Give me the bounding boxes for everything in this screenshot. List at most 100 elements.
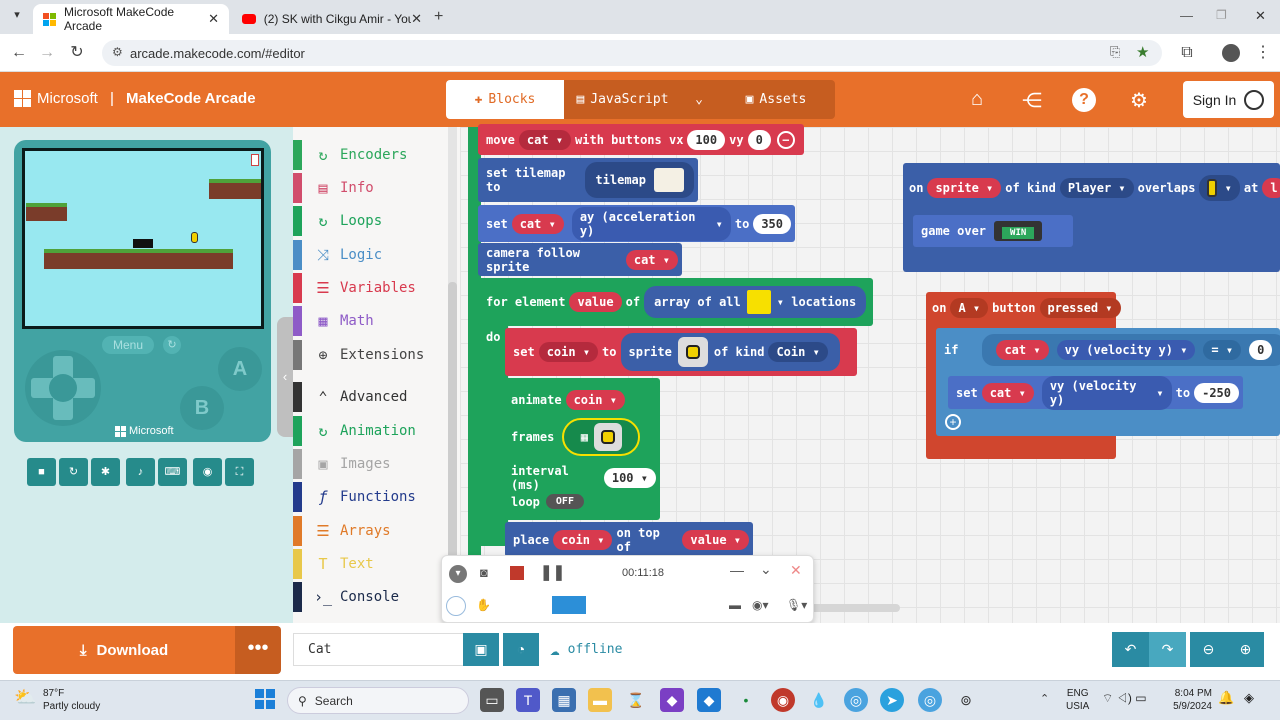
property-dropdown[interactable]: vy (velocity y) ▾: [1056, 340, 1196, 360]
zoom-out-button[interactable]: ⊖: [1190, 632, 1227, 667]
game-screen[interactable]: [22, 148, 264, 329]
clock[interactable]: 8:04 PM 5/9/2024: [1166, 687, 1212, 713]
toolbox-category-animation[interactable]: ↻ Animation: [293, 416, 453, 446]
mute-button[interactable]: ♪: [126, 458, 155, 486]
wifi-app-icon[interactable]: ⊚: [954, 688, 978, 712]
save-button[interactable]: ▣: [463, 633, 499, 666]
frames-field[interactable]: ▦: [562, 418, 641, 456]
toolbox-category-functions[interactable]: ƒ Functions: [293, 482, 453, 512]
compare-value[interactable]: 0: [1249, 340, 1273, 360]
file-explorer-icon[interactable]: ▬: [588, 688, 612, 712]
vy-input[interactable]: 0: [747, 129, 771, 150]
new-tab-button[interactable]: +: [434, 8, 443, 26]
language-dropdown[interactable]: ⌄: [681, 80, 717, 119]
variable-dropdown[interactable]: coin ▾: [565, 390, 625, 410]
install-app-icon[interactable]: ⎘: [1110, 44, 1120, 60]
loop-toggle[interactable]: OFF: [545, 494, 584, 509]
toolbox-category-logic[interactable]: ⤨ Logic: [293, 240, 453, 270]
sprite-dropdown[interactable]: cat ▾: [996, 340, 1049, 360]
taskbar-search[interactable]: ⚲ Search: [287, 687, 469, 714]
restart-button[interactable]: ↻: [59, 458, 88, 486]
variable-value[interactable]: value: [569, 292, 622, 312]
set-tilemap-block[interactable]: set tilemap to tilemap: [478, 158, 698, 202]
vx-input[interactable]: 100: [687, 129, 726, 150]
place-on-top-block[interactable]: place coin ▾ on top of value ▾: [505, 522, 753, 557]
set-coin-sprite-block[interactable]: set coin ▾ to sprite of kind Coin ▾: [505, 328, 857, 376]
undo-button[interactable]: ↶: [1112, 632, 1149, 667]
condition[interactable]: cat ▾ vy (velocity y) ▾ = ▾ 0: [982, 334, 1280, 366]
notification-bell-icon[interactable]: 🔔: [1218, 690, 1234, 706]
zoom-in-button[interactable]: ⊕: [1227, 632, 1264, 667]
vscode-icon[interactable]: ◆: [697, 688, 721, 712]
share-icon[interactable]: ⋲: [1019, 88, 1045, 112]
toolbox-category-images[interactable]: ▣ Images: [293, 449, 453, 479]
url-field[interactable]: ⚙ arcade.makecode.com/#editor ⎘ ★: [102, 40, 1162, 66]
sprite-of-kind[interactable]: sprite of kind Coin ▾: [620, 333, 840, 371]
value-input[interactable]: 350: [753, 213, 791, 234]
tab-makecode[interactable]: Microsoft MakeCode Arcade ✕: [33, 4, 229, 34]
animate-block[interactable]: animate coin ▾ frames ▦ interval (ms) 10…: [505, 378, 660, 520]
array-of-all-locations[interactable]: array of all ▾ locations: [644, 286, 867, 318]
help-icon[interactable]: ?: [1072, 88, 1096, 112]
bookmark-star-icon[interactable]: ★: [1136, 43, 1149, 61]
tab-youtube[interactable]: (2) SK with Cikgu Amir - YouTu ✕: [232, 4, 432, 34]
toolbox-category-arrays[interactable]: ☰ Arrays: [293, 516, 453, 546]
download-button[interactable]: ⤓ Download: [13, 626, 235, 674]
tab-javascript[interactable]: ▤ JavaScript: [564, 80, 681, 119]
debug-button[interactable]: ✱: [91, 458, 120, 486]
b-button[interactable]: B: [180, 386, 224, 430]
tab-list-icon[interactable]: ▾: [8, 6, 26, 24]
sprite-dropdown[interactable]: cat ▾: [518, 129, 572, 150]
window-close-button[interactable]: ✕: [1255, 8, 1266, 24]
teams-icon[interactable]: T: [516, 688, 540, 712]
app-icon[interactable]: •: [734, 688, 758, 712]
restart-icon[interactable]: ↻: [163, 336, 181, 354]
a-button[interactable]: A: [218, 347, 262, 391]
camera-icon[interactable]: ◙: [480, 565, 488, 580]
tilemap-field[interactable]: tilemap: [585, 162, 694, 198]
site-info-icon[interactable]: ⚙: [112, 45, 123, 59]
kind-dropdown[interactable]: Coin ▾: [768, 342, 828, 362]
tile-dropdown[interactable]: ▾: [1199, 175, 1240, 201]
start-button[interactable]: [255, 689, 275, 709]
property-dropdown[interactable]: vy (velocity y) ▾: [1041, 375, 1172, 410]
folder-icon[interactable]: ▬: [729, 598, 741, 612]
toolbox-category-info[interactable]: ▤ Info: [293, 173, 453, 203]
set-acceleration-block[interactable]: set cat ▾ ay (acceleration y) ▾ to 350: [478, 205, 795, 242]
set-velocity-block[interactable]: set cat ▾ vy (velocity y) ▾ to -250: [948, 375, 1243, 410]
cursor-tool-icon[interactable]: [446, 596, 466, 616]
camera-follow-block[interactable]: camera follow sprite cat ▾: [478, 243, 682, 276]
toolbox-category-loops[interactable]: ↻ Loops: [293, 206, 453, 236]
settings-gear-icon[interactable]: ⚙: [1126, 88, 1152, 112]
microphone-dropdown[interactable]: 🎙▾: [786, 598, 807, 612]
toolbox-category-math[interactable]: ▦ Math: [293, 306, 453, 336]
hand-icon[interactable]: ✋: [476, 598, 491, 612]
variable-dropdown[interactable]: coin ▾: [553, 529, 613, 550]
operator-dropdown[interactable]: = ▾: [1203, 340, 1242, 360]
copilot-icon[interactable]: ◈: [1244, 690, 1254, 706]
tab-blocks[interactable]: ✚ Blocks: [446, 80, 564, 119]
forward-icon[interactable]: →: [36, 42, 58, 64]
selected-tool[interactable]: [552, 596, 586, 614]
hourglass-icon[interactable]: ⌛: [624, 688, 648, 712]
more-download-options-button[interactable]: •••: [235, 626, 281, 674]
variable-dropdown[interactable]: value ▾: [682, 529, 749, 550]
chevron-down-icon[interactable]: ⌄: [760, 561, 772, 578]
show-hidden-icons[interactable]: ⌃: [1040, 692, 1049, 705]
profile-avatar[interactable]: [1222, 44, 1240, 62]
event-dropdown[interactable]: pressed ▾: [1039, 298, 1121, 318]
move-with-buttons-block[interactable]: move cat ▾ with buttons vx 100 vy 0 −: [478, 124, 804, 155]
brand[interactable]: Microsoft | MakeCode Arcade: [14, 90, 256, 107]
on-overlap-event-block[interactable]: on sprite ▾ of kind Player ▾ overlaps ▾ …: [903, 163, 1280, 272]
game-over-block[interactable]: game over WIN: [913, 215, 1073, 247]
value-input[interactable]: -250: [1194, 382, 1239, 403]
sign-in-button[interactable]: Sign In: [1183, 81, 1274, 118]
kind-dropdown[interactable]: Player ▾: [1059, 178, 1134, 198]
toolbox-category-text[interactable]: T Text: [293, 549, 453, 579]
pause-button[interactable]: ❚❚: [540, 563, 565, 581]
screenshot-button[interactable]: ◉: [193, 458, 222, 486]
close-icon[interactable]: ✕: [790, 562, 802, 579]
property-dropdown[interactable]: ay (acceleration y) ▾: [571, 206, 731, 241]
home-icon[interactable]: ⌂: [964, 88, 990, 112]
collapse-icon[interactable]: ▾: [449, 565, 467, 583]
